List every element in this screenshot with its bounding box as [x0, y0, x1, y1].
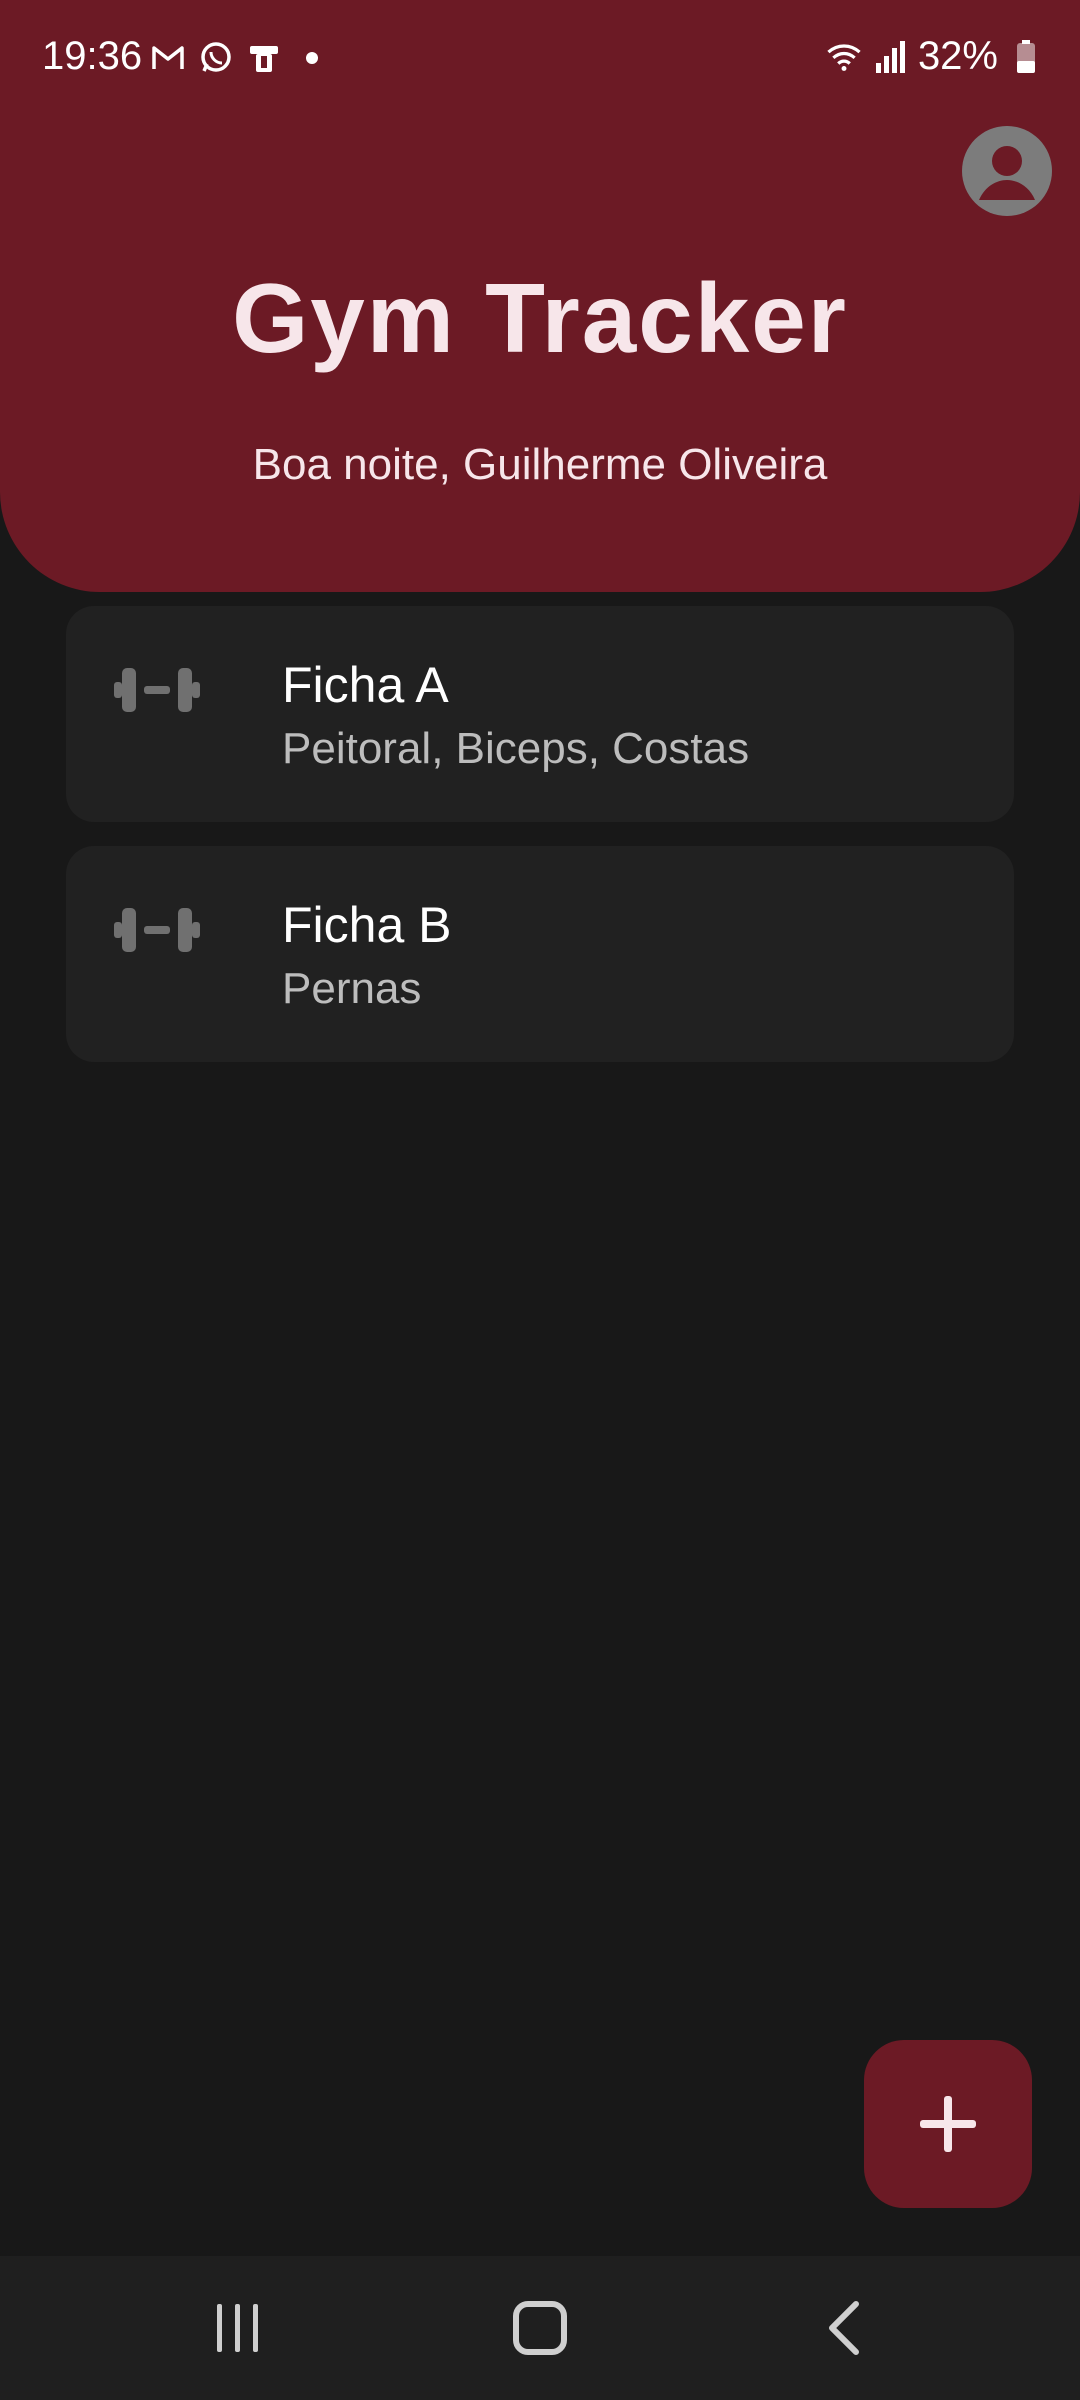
app-title: Gym Tracker [232, 263, 848, 373]
status-time: 19:36 [42, 34, 143, 78]
workout-muscles: Peitoral, Biceps, Costas [282, 724, 750, 773]
battery-percentage: 32% [917, 34, 998, 78]
whatsapp-icon [198, 40, 234, 76]
recent-apps-icon [217, 2304, 258, 2352]
workout-title: Ficha B [282, 897, 452, 953]
greeting-text: Boa noite, Guilherme Oliveira [252, 440, 828, 489]
add-workout-button[interactable] [864, 2040, 1032, 2208]
home-button[interactable] [500, 2288, 580, 2368]
workout-title: Ficha A [282, 657, 449, 713]
wifi-icon [826, 39, 862, 75]
workout-card-ficha-a[interactable]: Ficha A Peitoral, Biceps, Costas [66, 606, 1014, 822]
account-icon [979, 146, 1035, 200]
plus-icon [920, 2096, 976, 2152]
recent-apps-button[interactable] [198, 2288, 278, 2368]
app-header: 19:36 32% Gym Tracker Boa noite, Guilher… [0, 0, 1080, 592]
gmail-icon [150, 40, 186, 76]
dumbbell-icon [112, 660, 202, 720]
profile-avatar-button[interactable] [962, 126, 1052, 216]
back-button[interactable] [804, 2288, 884, 2368]
device-icon [246, 40, 282, 76]
notification-dot [306, 52, 318, 64]
system-navigation-bar [0, 2256, 1080, 2400]
workout-card-ficha-b[interactable]: Ficha B Pernas [66, 846, 1014, 1062]
home-icon [513, 2301, 567, 2355]
status-bar: 19:36 32% [0, 0, 1080, 120]
workout-muscles: Pernas [282, 964, 422, 1013]
back-arrow-icon [829, 2301, 859, 2355]
signal-icon [872, 39, 908, 75]
battery-icon [1008, 39, 1044, 75]
dumbbell-icon [112, 900, 202, 960]
